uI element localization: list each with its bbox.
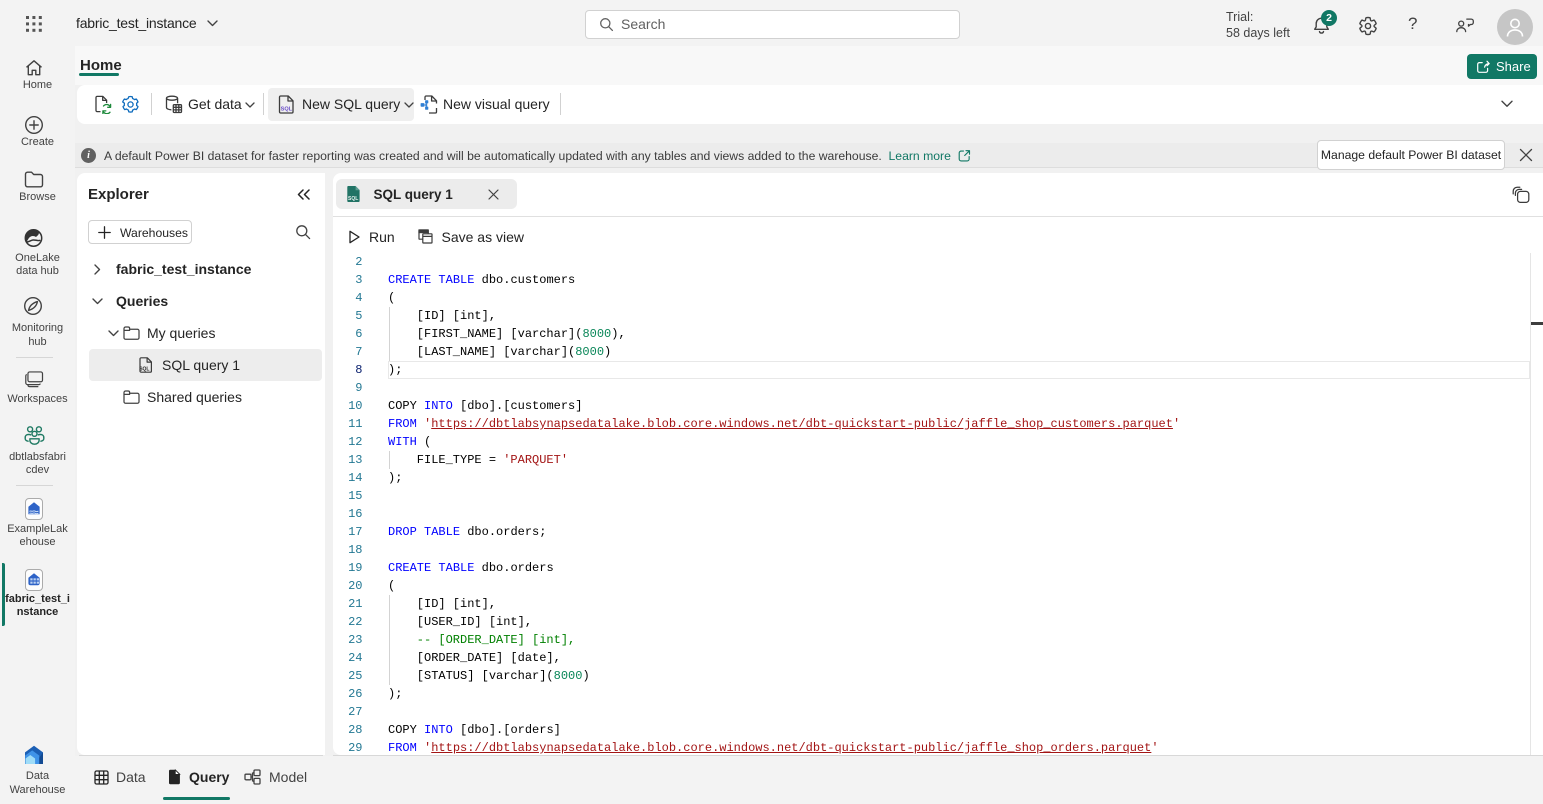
svg-text:SQL: SQL — [139, 366, 149, 372]
svg-text:SQL: SQL — [348, 196, 358, 202]
svg-text:SQL: SQL — [281, 106, 293, 112]
